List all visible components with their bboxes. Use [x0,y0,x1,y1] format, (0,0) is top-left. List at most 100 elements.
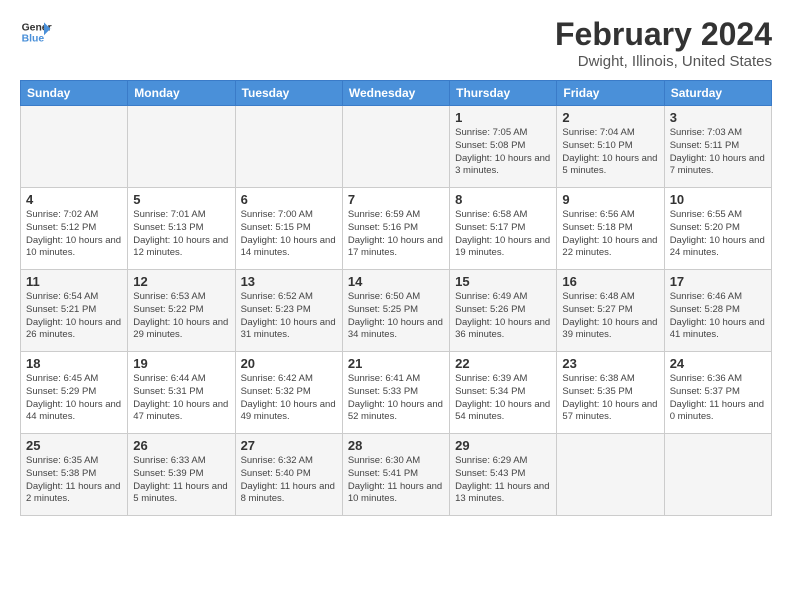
calendar-cell: 17 Sunrise: 6:46 AM Sunset: 5:28 PM Dayli… [664,270,771,352]
calendar-cell [664,434,771,516]
calendar-cell: 21Sunrise: 6:41 AM Sunset: 5:33 PM Dayli… [342,352,449,434]
calendar-cell [557,434,664,516]
calendar-cell [21,106,128,188]
col-monday: Monday [128,81,235,106]
calendar-cell: 1 Sunrise: 7:05 AM Sunset: 5:08 PM Daylig… [450,106,557,188]
calendar-cell: 19 Sunrise: 6:44 AM Sunset: 5:31 PM Dayli… [128,352,235,434]
day-number: 20 [241,356,337,371]
day-info: Sunrise: 6:38 AM Sunset: 5:35 PM Dayligh… [562,373,658,424]
logo: General Blue [20,16,52,48]
day-info: Sunrise: 7:04 AM Sunset: 5:10 PM Dayligh… [562,127,658,178]
day-number: 6 [241,192,337,207]
calendar-cell: 7Sunrise: 6:59 AM Sunset: 5:16 PM Daylig… [342,188,449,270]
day-info: Sunrise: 6:50 AM Sunset: 5:25 PM Dayligh… [348,291,444,342]
day-info: Sunrise: 6:32 AM Sunset: 5:40 PM Dayligh… [241,455,337,506]
day-info: Sunrise: 6:54 AM Sunset: 5:21 PM Dayligh… [26,291,122,342]
day-info: Sunrise: 6:45 AM Sunset: 5:29 PM Dayligh… [26,373,122,424]
calendar-cell: 10 Sunrise: 6:55 AM Sunset: 5:20 PM Dayli… [664,188,771,270]
calendar-cell: 23 Sunrise: 6:38 AM Sunset: 5:35 PM Dayli… [557,352,664,434]
calendar-cell: 13 Sunrise: 6:52 AM Sunset: 5:23 PM Dayli… [235,270,342,352]
day-number: 13 [241,274,337,289]
calendar-cell: 27Sunrise: 6:32 AM Sunset: 5:40 PM Dayli… [235,434,342,516]
day-number: 5 [133,192,229,207]
day-number: 24 [670,356,766,371]
day-info: Sunrise: 6:52 AM Sunset: 5:23 PM Dayligh… [241,291,337,342]
calendar-cell [128,106,235,188]
day-number: 1 [455,110,551,125]
calendar-cell: 26Sunrise: 6:33 AM Sunset: 5:39 PM Dayli… [128,434,235,516]
calendar-week-3: 11 Sunrise: 6:54 AM Sunset: 5:21 PM Dayli… [21,270,772,352]
day-info: Sunrise: 6:44 AM Sunset: 5:31 PM Dayligh… [133,373,229,424]
day-info: Sunrise: 6:39 AM Sunset: 5:34 PM Dayligh… [455,373,551,424]
day-info: Sunrise: 6:48 AM Sunset: 5:27 PM Dayligh… [562,291,658,342]
day-number: 29 [455,438,551,453]
calendar-cell: 2 Sunrise: 7:04 AM Sunset: 5:10 PM Daylig… [557,106,664,188]
day-number: 19 [133,356,229,371]
day-number: 18 [26,356,122,371]
col-friday: Friday [557,81,664,106]
day-info: Sunrise: 6:30 AM Sunset: 5:41 PM Dayligh… [348,455,444,506]
day-number: 23 [562,356,658,371]
day-number: 7 [348,192,444,207]
subtitle: Dwight, Illinois, United States [555,53,772,70]
col-tuesday: Tuesday [235,81,342,106]
calendar-cell: 6 Sunrise: 7:00 AM Sunset: 5:15 PM Daylig… [235,188,342,270]
calendar-cell: 25 Sunrise: 6:35 AM Sunset: 5:38 PM Dayli… [21,434,128,516]
day-number: 28 [348,438,444,453]
day-info: Sunrise: 6:35 AM Sunset: 5:38 PM Dayligh… [26,455,122,506]
title-block: February 2024 Dwight, Illinois, United S… [555,16,772,70]
calendar-cell: 8Sunrise: 6:58 AM Sunset: 5:17 PM Daylig… [450,188,557,270]
day-number: 15 [455,274,551,289]
day-number: 17 [670,274,766,289]
calendar-cell: 22 Sunrise: 6:39 AM Sunset: 5:34 PM Dayli… [450,352,557,434]
col-thursday: Thursday [450,81,557,106]
day-number: 22 [455,356,551,371]
day-info: Sunrise: 6:49 AM Sunset: 5:26 PM Dayligh… [455,291,551,342]
day-info: Sunrise: 7:02 AM Sunset: 5:12 PM Dayligh… [26,209,122,260]
day-number: 16 [562,274,658,289]
calendar-cell: 3 Sunrise: 7:03 AM Sunset: 5:11 PM Daylig… [664,106,771,188]
day-info: Sunrise: 7:00 AM Sunset: 5:15 PM Dayligh… [241,209,337,260]
day-number: 8 [455,192,551,207]
day-number: 21 [348,356,444,371]
calendar-week-1: 1 Sunrise: 7:05 AM Sunset: 5:08 PM Daylig… [21,106,772,188]
col-wednesday: Wednesday [342,81,449,106]
day-number: 4 [26,192,122,207]
svg-text:Blue: Blue [22,34,45,45]
day-info: Sunrise: 6:36 AM Sunset: 5:37 PM Dayligh… [670,373,766,424]
day-info: Sunrise: 6:53 AM Sunset: 5:22 PM Dayligh… [133,291,229,342]
calendar-cell: 15 Sunrise: 6:49 AM Sunset: 5:26 PM Dayli… [450,270,557,352]
calendar-cell: 9Sunrise: 6:56 AM Sunset: 5:18 PM Daylig… [557,188,664,270]
calendar-cell [342,106,449,188]
calendar-header-row: Sunday Monday Tuesday Wednesday Thursday… [21,81,772,106]
day-info: Sunrise: 7:03 AM Sunset: 5:11 PM Dayligh… [670,127,766,178]
day-number: 2 [562,110,658,125]
calendar-cell: 14 Sunrise: 6:50 AM Sunset: 5:25 PM Dayli… [342,270,449,352]
day-number: 11 [26,274,122,289]
calendar-cell: 12 Sunrise: 6:53 AM Sunset: 5:22 PM Dayli… [128,270,235,352]
logo-icon: General Blue [20,16,52,48]
calendar-cell: 18 Sunrise: 6:45 AM Sunset: 5:29 PM Dayli… [21,352,128,434]
calendar-cell [235,106,342,188]
calendar-cell: 4 Sunrise: 7:02 AM Sunset: 5:12 PM Daylig… [21,188,128,270]
calendar-cell: 20 Sunrise: 6:42 AM Sunset: 5:32 PM Dayli… [235,352,342,434]
day-number: 14 [348,274,444,289]
calendar-week-4: 18 Sunrise: 6:45 AM Sunset: 5:29 PM Dayli… [21,352,772,434]
main-title: February 2024 [555,16,772,53]
calendar-week-5: 25 Sunrise: 6:35 AM Sunset: 5:38 PM Dayli… [21,434,772,516]
day-info: Sunrise: 6:33 AM Sunset: 5:39 PM Dayligh… [133,455,229,506]
page-container: General Blue February 2024 Dwight, Illin… [0,0,792,526]
day-info: Sunrise: 6:46 AM Sunset: 5:28 PM Dayligh… [670,291,766,342]
calendar-cell: 24 Sunrise: 6:36 AM Sunset: 5:37 PM Dayli… [664,352,771,434]
day-info: Sunrise: 7:05 AM Sunset: 5:08 PM Dayligh… [455,127,551,178]
day-info: Sunrise: 6:42 AM Sunset: 5:32 PM Dayligh… [241,373,337,424]
day-info: Sunrise: 7:01 AM Sunset: 5:13 PM Dayligh… [133,209,229,260]
day-info: Sunrise: 6:55 AM Sunset: 5:20 PM Dayligh… [670,209,766,260]
day-number: 25 [26,438,122,453]
calendar-cell: 29Sunrise: 6:29 AM Sunset: 5:43 PM Dayli… [450,434,557,516]
calendar-cell: 28 Sunrise: 6:30 AM Sunset: 5:41 PM Dayli… [342,434,449,516]
day-number: 12 [133,274,229,289]
calendar-cell: 16 Sunrise: 6:48 AM Sunset: 5:27 PM Dayli… [557,270,664,352]
day-number: 10 [670,192,766,207]
day-number: 3 [670,110,766,125]
